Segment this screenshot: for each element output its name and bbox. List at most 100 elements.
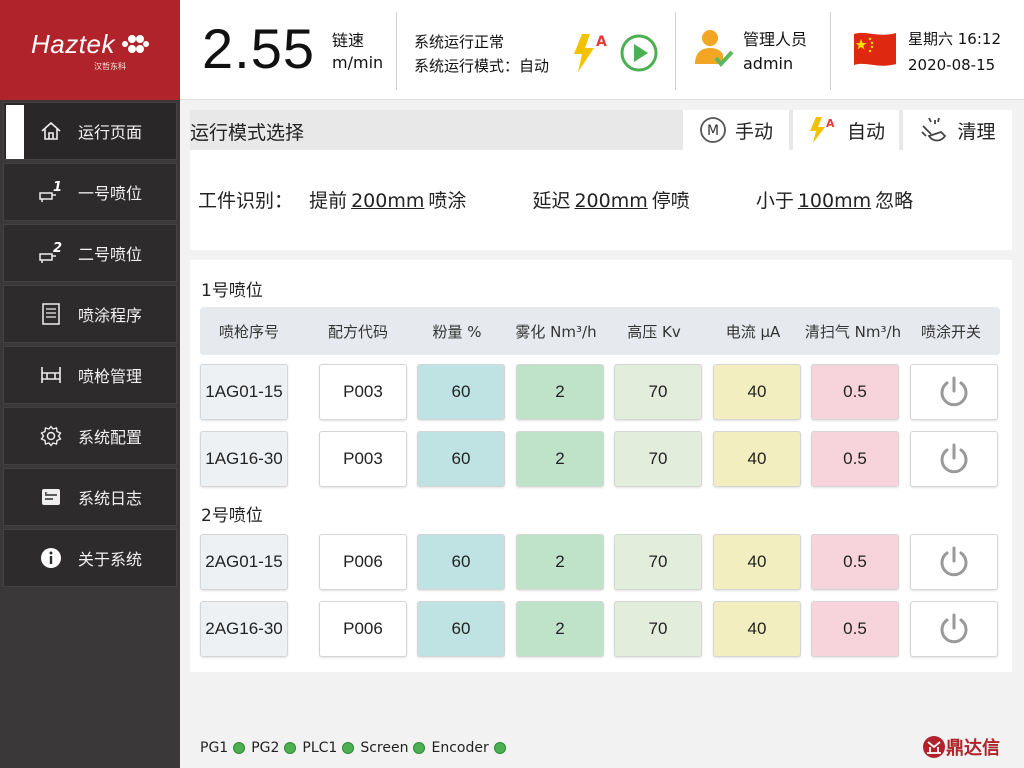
info-icon xyxy=(38,545,64,571)
recipe-code-cell[interactable]: P006 xyxy=(319,534,407,590)
system-status: 系统运行正常 xyxy=(414,33,505,51)
corp-logo: 鼎达信 xyxy=(922,734,1000,760)
delay-prefix: 延迟 xyxy=(532,190,571,212)
status-screen: Screen xyxy=(360,740,409,756)
header-current: 电流 μA xyxy=(725,323,781,341)
svg-text:A: A xyxy=(826,117,835,130)
sidebar-item-label: 喷涂程序 xyxy=(78,306,143,325)
high-voltage-cell[interactable]: 70 xyxy=(614,364,702,420)
purge-air-cell[interactable]: 0.5 xyxy=(811,364,899,420)
chain-speed-value: 2.55 xyxy=(202,17,315,80)
status-pg1: PG1 xyxy=(200,740,229,756)
run-mode-title: 运行模式选择 xyxy=(190,122,305,144)
logo-brand: Haztek xyxy=(31,28,115,59)
recipe-code-cell[interactable]: P003 xyxy=(319,364,407,420)
header: 2.55 链速 m/min 系统运行正常 系统运行模式：自动 A 管理人员 admin… xyxy=(180,0,1024,100)
high-voltage-cell[interactable]: 70 xyxy=(614,601,702,657)
status-pg2: PG2 xyxy=(251,740,280,756)
home-icon xyxy=(38,118,64,144)
current-date: 2020-08-15 xyxy=(908,56,996,74)
atomize-cell[interactable]: 2 xyxy=(516,431,604,487)
purge-air-cell[interactable]: 0.5 xyxy=(811,431,899,487)
svg-text:1: 1 xyxy=(53,181,62,195)
pg1-status-dot xyxy=(233,742,246,754)
spray-switch-button[interactable] xyxy=(910,431,998,487)
corp-logo-icon xyxy=(923,736,945,758)
manual-mode-icon: M xyxy=(700,117,726,143)
recipe-code-cell[interactable]: P003 xyxy=(319,431,407,487)
user-admin-icon xyxy=(695,30,734,68)
spray-switch-button[interactable] xyxy=(910,601,998,657)
gun-number-cell[interactable]: 1AG16-30 xyxy=(200,431,288,487)
plc1-status-dot xyxy=(342,742,355,754)
logo-sub: 汉哲东科 xyxy=(94,61,126,71)
high-voltage-cell[interactable]: 70 xyxy=(614,431,702,487)
workpiece-identification: 工件识别： 提前 200mm 喷涂 延迟 200mm 停喷 小于 100mm 忽略 xyxy=(198,186,913,213)
sidebar-item-label: 运行页面 xyxy=(78,123,143,142)
current-cell[interactable]: 40 xyxy=(713,364,801,420)
tab-label: 清理 xyxy=(957,120,996,143)
spray-gun-1-icon: 1 xyxy=(38,179,64,205)
tab-clean[interactable]: 清理 xyxy=(903,110,1012,150)
gear-icon xyxy=(38,423,64,449)
screen-status-dot xyxy=(413,742,426,754)
document-list-icon xyxy=(38,301,64,327)
sidebar-item-booth-2[interactable]: 2 二号喷位 xyxy=(3,224,177,282)
header-atomize: 雾化 Nm³/h xyxy=(515,323,597,341)
tab-label: 手动 xyxy=(734,120,773,143)
chain-speed-unit: m/min xyxy=(332,53,384,72)
sidebar-nav: 运行页面 1 一号喷位 2 二号喷位 喷涂程序 喷枪管理 系统配置 系统日志 关… xyxy=(3,102,177,590)
sidebar-item-system-log[interactable]: 系统日志 xyxy=(3,468,177,526)
weekday-time: 星期六 16:12 xyxy=(908,30,1001,48)
gun-number-cell[interactable]: 2AG01-15 xyxy=(200,534,288,590)
current-cell[interactable]: 40 xyxy=(713,601,801,657)
spray-gun-table: 喷枪序号 配方代码 粉量 % 雾化 Nm³/h 高压 Kv 电流 μA 清扫气 … xyxy=(190,260,1012,672)
high-voltage-cell[interactable]: 70 xyxy=(614,534,702,590)
tab-auto[interactable]: A 自动 xyxy=(793,110,899,150)
gun-number-cell[interactable]: 1AG01-15 xyxy=(200,364,288,420)
sidebar-item-booth-1[interactable]: 1 一号喷位 xyxy=(3,163,177,221)
gun-number-cell[interactable]: 2AG16-30 xyxy=(200,601,288,657)
sidebar-item-run-page[interactable]: 运行页面 xyxy=(3,102,177,160)
delay-value[interactable]: 200mm xyxy=(574,190,647,212)
current-cell[interactable]: 40 xyxy=(713,534,801,590)
powder-cell[interactable]: 60 xyxy=(417,364,505,420)
user-role: 管理人员 xyxy=(743,30,808,49)
header-recipe-code: 配方代码 xyxy=(327,323,388,341)
logo: Haztek 汉哲东科 xyxy=(0,0,180,100)
ignore-value[interactable]: 100mm xyxy=(798,190,871,212)
recipe-code-cell[interactable]: P006 xyxy=(319,601,407,657)
sidebar-item-spray-program[interactable]: 喷涂程序 xyxy=(3,285,177,343)
ident-label: 工件识别： xyxy=(198,190,294,212)
chain-speed-label: 链速 xyxy=(332,31,365,50)
header-powder: 粉量 % xyxy=(432,323,482,341)
sidebar-item-system-config[interactable]: 系统配置 xyxy=(3,407,177,465)
spray-switch-button[interactable] xyxy=(910,534,998,590)
powder-cell[interactable]: 60 xyxy=(417,601,505,657)
tab-label: 自动 xyxy=(846,120,885,143)
advance-value[interactable]: 200mm xyxy=(351,190,424,212)
svg-text:2: 2 xyxy=(53,242,62,256)
corp-name: 鼎达信 xyxy=(946,738,1000,759)
atomize-cell[interactable]: 2 xyxy=(516,364,604,420)
ignore-prefix: 小于 xyxy=(755,190,794,212)
sidebar-item-about[interactable]: 关于系统 xyxy=(3,529,177,587)
clean-mode-icon xyxy=(921,117,947,142)
powder-cell[interactable]: 60 xyxy=(417,431,505,487)
china-flag-icon xyxy=(854,32,896,66)
atomize-cell[interactable]: 2 xyxy=(516,534,604,590)
current-cell[interactable]: 40 xyxy=(713,431,801,487)
play-run-icon[interactable] xyxy=(620,34,658,72)
purge-air-cell[interactable]: 0.5 xyxy=(811,534,899,590)
pg2-status-dot xyxy=(284,742,297,754)
spray-switch-button[interactable] xyxy=(910,364,998,420)
tab-manual[interactable]: M 手动 xyxy=(683,110,789,150)
user-name: admin xyxy=(743,54,794,73)
sidebar-item-gun-management[interactable]: 喷枪管理 xyxy=(3,346,177,404)
powder-cell[interactable]: 60 xyxy=(417,534,505,590)
header-high-voltage: 高压 Kv xyxy=(627,323,681,341)
status-plc1: PLC1 xyxy=(302,740,338,756)
atomize-cell[interactable]: 2 xyxy=(516,601,604,657)
purge-air-cell[interactable]: 0.5 xyxy=(811,601,899,657)
sidebar-item-label: 关于系统 xyxy=(78,550,143,569)
